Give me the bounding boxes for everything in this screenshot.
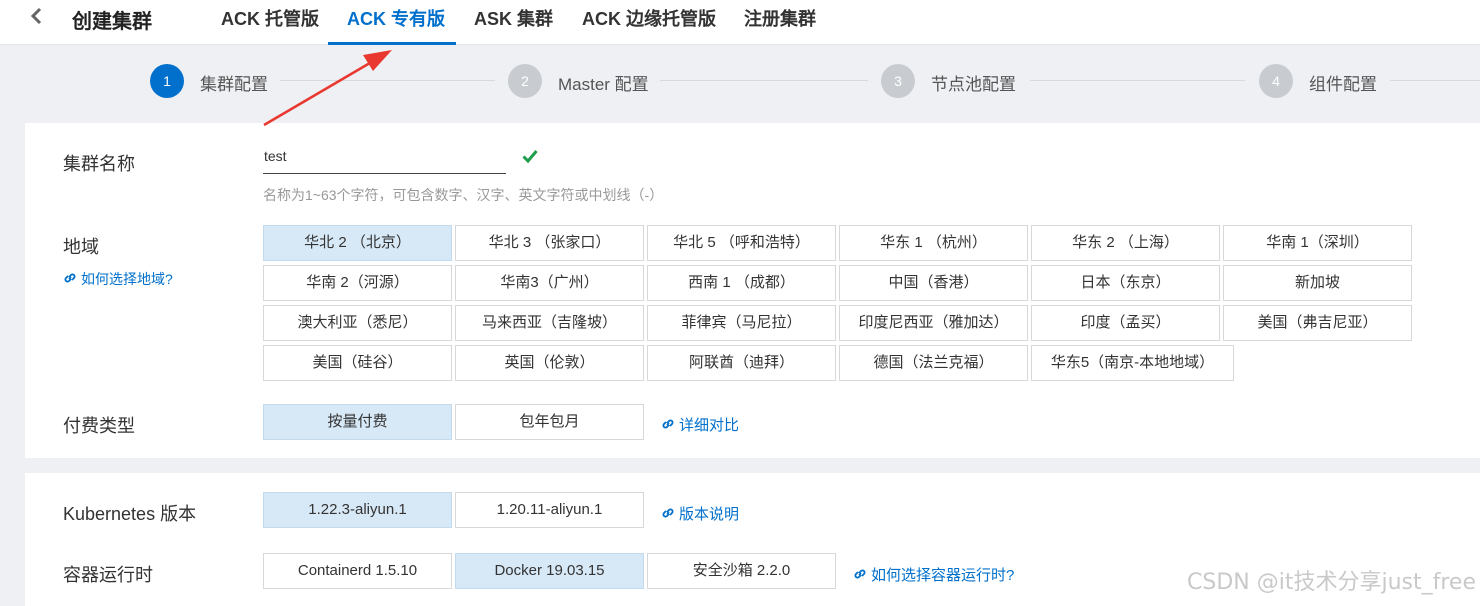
billing-compare-text: 详细对比: [679, 417, 740, 434]
version-notes-link[interactable]: 版本说明: [661, 503, 739, 524]
tab-ask-cluster[interactable]: ASK 集群: [474, 5, 553, 31]
region-option[interactable]: 华北 3 （张家口）: [455, 225, 644, 261]
region-option[interactable]: 华北 2 （北京）: [263, 225, 452, 261]
runtime-option-docker[interactable]: Docker 19.03.15: [455, 553, 644, 589]
top-bar: 创建集群 ACK 托管版 ACK 专有版 ASK 集群 ACK 边缘托管版 注册…: [0, 0, 1480, 45]
step-3-circle: 3: [881, 64, 915, 98]
region-option[interactable]: 中国（香港）: [839, 265, 1028, 301]
region-option[interactable]: 美国（硅谷）: [263, 345, 452, 381]
region-help-text: 如何选择地域?: [81, 271, 173, 287]
tab-ack-managed[interactable]: ACK 托管版: [221, 5, 319, 31]
step-2-label: Master 配置: [558, 70, 659, 95]
link-icon: [63, 271, 77, 285]
region-option[interactable]: 美国（弗吉尼亚）: [1223, 305, 1412, 341]
runtime-option-containerd[interactable]: Containerd 1.5.10: [263, 553, 452, 589]
region-option[interactable]: 马来西亚（吉隆坡）: [455, 305, 644, 341]
region-option[interactable]: 菲律宾（马尼拉）: [647, 305, 836, 341]
region-label: 地域: [63, 237, 99, 257]
link-icon: [661, 417, 675, 431]
back-arrow-icon[interactable]: [27, 6, 47, 26]
step-connector: [1390, 80, 1480, 81]
step-1-label: 集群配置: [200, 70, 278, 95]
step-3-label: 节点池配置: [931, 70, 1026, 95]
region-option[interactable]: 西南 1 （成都）: [647, 265, 836, 301]
billing-option-pay-as-you-go[interactable]: 按量付费: [263, 404, 452, 440]
step-connector: [1030, 80, 1245, 81]
page-title: 创建集群: [72, 11, 152, 33]
step-1-circle: 1: [150, 64, 184, 98]
billing-label: 付费类型: [63, 416, 135, 436]
step-connector: [280, 80, 495, 81]
tab-register-cluster[interactable]: 注册集群: [744, 5, 816, 31]
tab-ack-edge[interactable]: ACK 边缘托管版: [582, 5, 716, 31]
region-option[interactable]: 德国（法兰克福）: [839, 345, 1028, 381]
region-option[interactable]: 日本（东京）: [1031, 265, 1220, 301]
billing-compare-link[interactable]: 详细对比: [661, 414, 739, 435]
k8s-version-label: Kubernetes 版本: [63, 504, 197, 524]
billing-option-subscription[interactable]: 包年包月: [455, 404, 644, 440]
k8s-version-option-1-20[interactable]: 1.20.11-aliyun.1: [455, 492, 644, 528]
region-option[interactable]: 华南 1（深圳）: [1223, 225, 1412, 261]
link-icon: [661, 506, 675, 520]
region-option[interactable]: 阿联酋（迪拜）: [647, 345, 836, 381]
valid-check-icon: [522, 148, 538, 164]
watermark: CSDN @it技术分享just_free: [1187, 570, 1476, 595]
region-help-link[interactable]: 如何选择地域?: [63, 269, 173, 289]
region-option[interactable]: 澳大利亚（悉尼）: [263, 305, 452, 341]
region-option[interactable]: 华东 1 （杭州）: [839, 225, 1028, 261]
region-option[interactable]: 华南3（广州）: [455, 265, 644, 301]
cluster-name-input[interactable]: test: [263, 148, 506, 174]
step-2-circle: 2: [508, 64, 542, 98]
region-option[interactable]: 新加坡: [1223, 265, 1412, 301]
runtime-label: 容器运行时: [63, 565, 153, 585]
wizard-steps: 1 集群配置 2 Master 配置 3 节点池配置 4 组件配置: [0, 45, 1480, 123]
step-connector: [660, 80, 868, 81]
region-option[interactable]: 华南 2（河源）: [263, 265, 452, 301]
region-option[interactable]: 印度（孟买）: [1031, 305, 1220, 341]
runtime-help-text: 如何选择容器运行时?: [871, 567, 1015, 584]
cluster-name-hint: 名称为1~63个字符，可包含数字、汉字、英文字符或中划线（-）: [263, 187, 664, 203]
link-icon: [853, 567, 867, 581]
region-option[interactable]: 华东5（南京-本地地域）: [1031, 345, 1234, 381]
region-option[interactable]: 华东 2 （上海）: [1031, 225, 1220, 261]
region-option[interactable]: 华北 5 （呼和浩特）: [647, 225, 836, 261]
runtime-option-sandbox[interactable]: 安全沙箱 2.2.0: [647, 553, 836, 589]
runtime-help-link[interactable]: 如何选择容器运行时?: [853, 564, 1014, 585]
k8s-version-option-1-22[interactable]: 1.22.3-aliyun.1: [263, 492, 452, 528]
version-notes-text: 版本说明: [679, 506, 740, 523]
region-option[interactable]: 印度尼西亚（雅加达）: [839, 305, 1028, 341]
tab-ack-dedicated[interactable]: ACK 专有版: [347, 5, 445, 31]
cluster-name-label: 集群名称: [63, 154, 135, 174]
region-option[interactable]: 英国（伦敦）: [455, 345, 644, 381]
step-4-label: 组件配置: [1309, 70, 1387, 95]
step-4-circle: 4: [1259, 64, 1293, 98]
basic-config-card: 集群名称 test 名称为1~63个字符，可包含数字、汉字、英文字符或中划线（-…: [25, 123, 1480, 458]
